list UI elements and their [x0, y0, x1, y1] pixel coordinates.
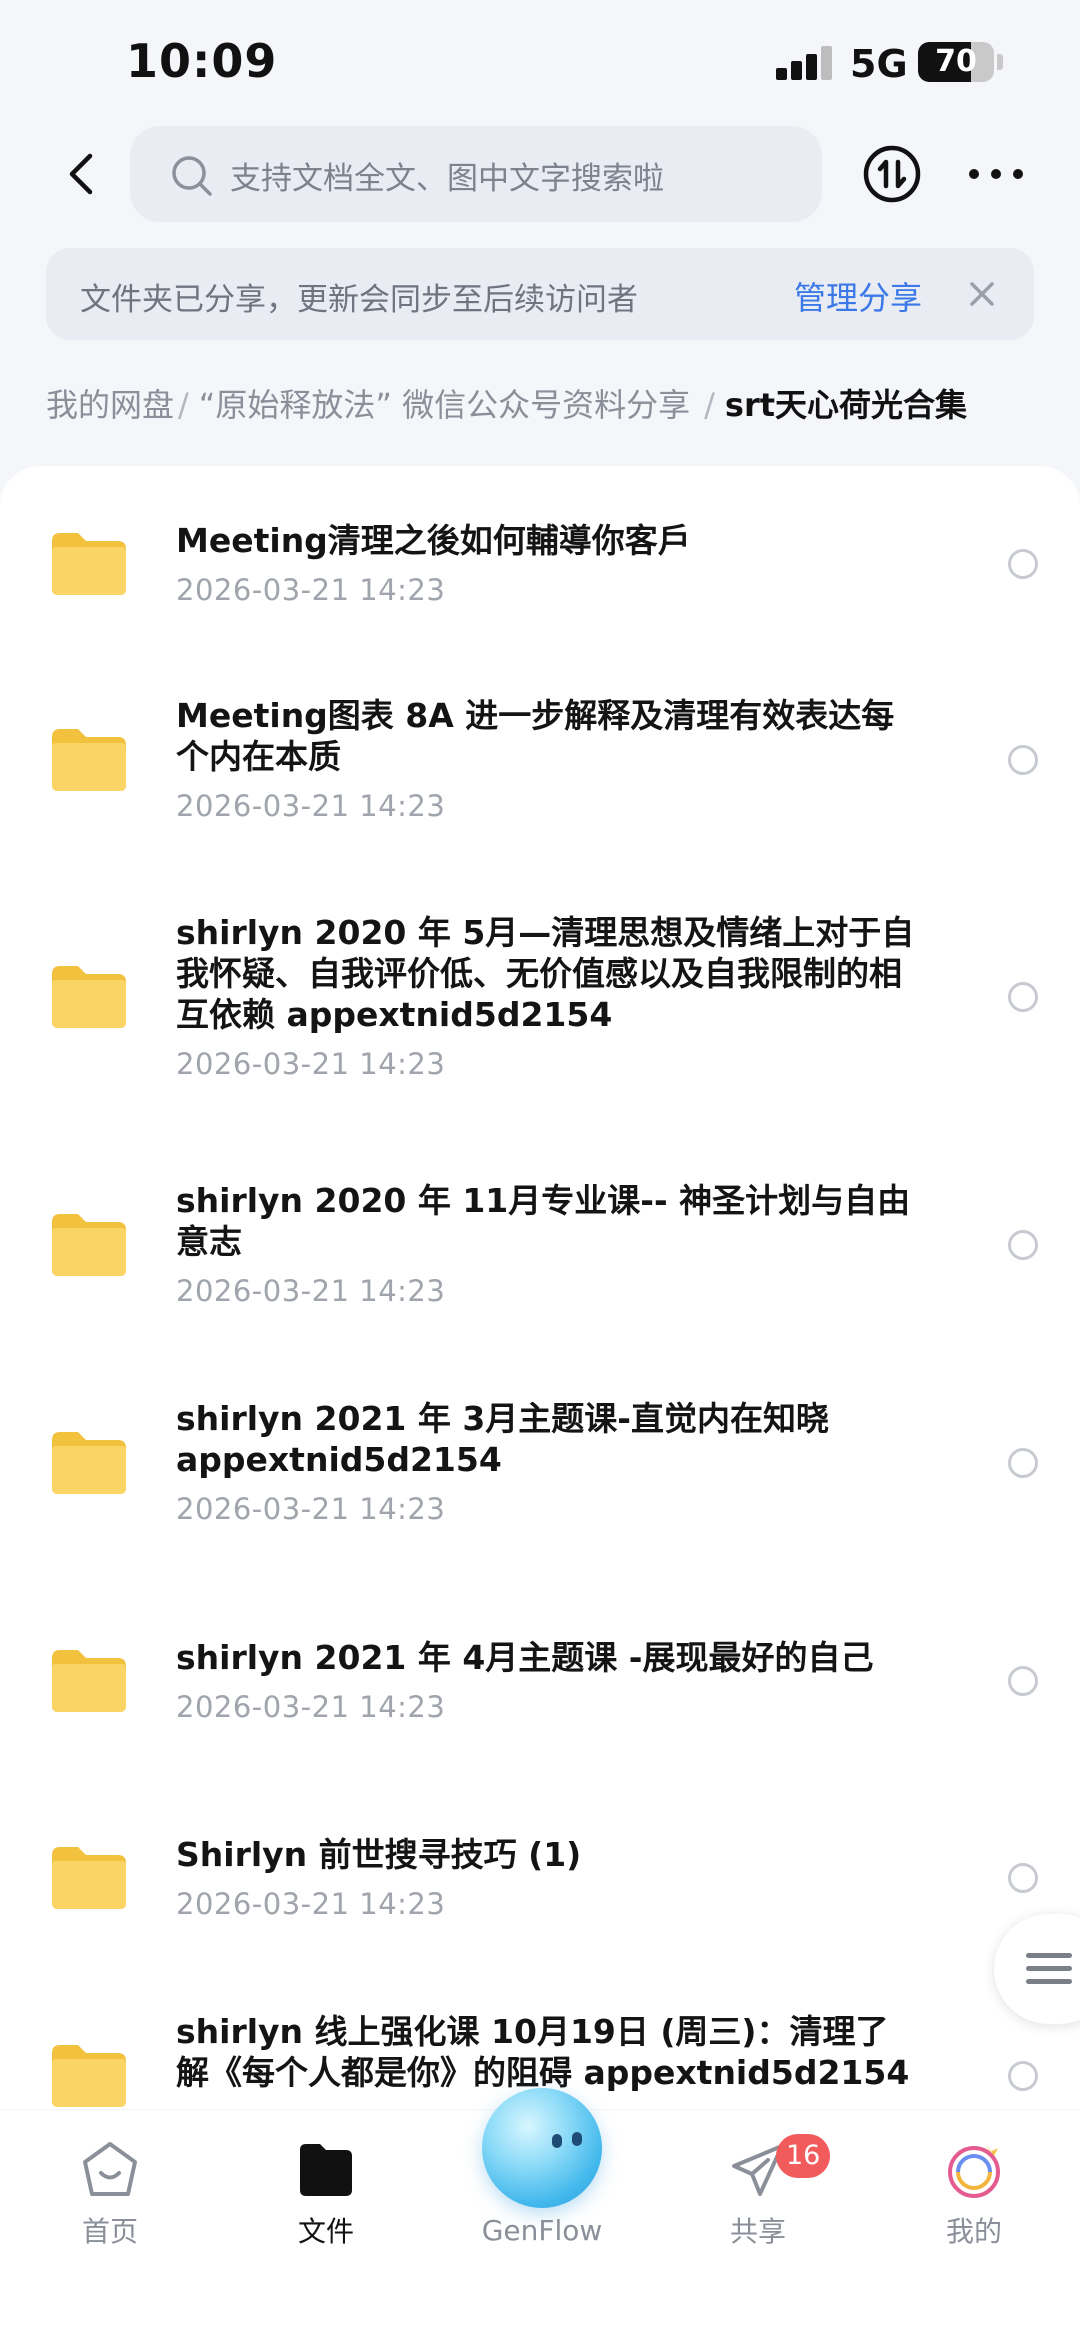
menu-lines-icon	[1026, 1953, 1072, 1958]
tab-files-label: 文件	[297, 2215, 354, 2248]
status-time: 10:09	[126, 34, 278, 88]
back-arrow-icon	[69, 153, 93, 195]
file-name: shirlyn 线上强化课 10月19日 (周三)：清理了解《每个人都是你》的阻…	[176, 2012, 910, 2092]
select-checkbox[interactable]	[1008, 1448, 1038, 1478]
file-date: 2026-03-21 14:23	[176, 1887, 446, 1921]
battery-icon: 70	[918, 42, 994, 82]
sort-button[interactable]	[862, 144, 922, 204]
more-button[interactable]	[964, 144, 1028, 204]
network-type: 5G	[850, 42, 908, 86]
more-icon	[969, 169, 1023, 179]
select-checkbox[interactable]	[1008, 1230, 1038, 1260]
menu-line	[1026, 1979, 1072, 1984]
file-row[interactable]: shirlyn 2020 年 11月专业课-- 神圣计划与自由意志 2026-03…	[0, 1136, 1080, 1354]
file-row[interactable]: shirlyn 2021 年 3月主题课-直觉内在知晓 appextnid5d2…	[0, 1354, 1080, 1572]
manage-share-link[interactable]: 管理分享	[794, 273, 922, 319]
breadcrumb-current: srt天心荷光合集	[724, 386, 968, 424]
select-checkbox[interactable]	[1008, 1863, 1038, 1893]
file-name: shirlyn 2021 年 4月主题课 -展现最好的自己	[176, 1638, 874, 1677]
tab-mine-label: 我的	[945, 2215, 1002, 2248]
breadcrumb-separator: /	[704, 386, 715, 424]
select-checkbox[interactable]	[1008, 982, 1038, 1012]
search-icon	[172, 156, 212, 196]
share-badge: 16	[776, 2134, 831, 2178]
files-icon	[300, 2144, 352, 2196]
search-placeholder: 支持文档全文、图中文字搜索啦	[230, 161, 664, 197]
folder-icon	[52, 1650, 126, 1712]
home-icon	[83, 2142, 137, 2196]
file-row[interactable]: shirlyn 2020 年 5月—清理思想及情绪上对于自我怀疑、自我评价低、无…	[0, 858, 1080, 1136]
select-checkbox[interactable]	[1008, 2061, 1038, 2091]
file-date: 2026-03-21 14:23	[176, 573, 446, 607]
file-name: shirlyn 2020 年 11月专业课-- 神圣计划与自由意志	[176, 1181, 911, 1261]
file-row[interactable]: Meeting图表 8A 进一步解释及清理有效表达每个内在本质 2026-03-2…	[0, 662, 1080, 858]
share-banner: 文件夹已分享，更新会同步至后续访问者 管理分享	[46, 248, 1034, 340]
share-banner-text: 文件夹已分享，更新会同步至后续访问者	[80, 282, 638, 318]
battery-level: 70	[935, 44, 977, 79]
breadcrumb: 我的网盘 / “原始释放法” 微信公众号资料分享 / srt天心荷光合集	[46, 380, 967, 430]
file-date: 2026-03-21 14:23	[176, 1492, 446, 1526]
file-name: shirlyn 2021 年 3月主题课-直觉内在知晓 appextnid5d2…	[176, 1399, 830, 1479]
tab-mine[interactable]: 我的	[904, 2140, 1044, 2260]
genflow-mascot-icon[interactable]	[482, 2088, 602, 2208]
file-name: shirlyn 2020 年 5月—清理思想及情绪上对于自我怀疑、自我评价低、无…	[176, 913, 915, 1034]
tab-home[interactable]: 首页	[40, 2140, 180, 2260]
folder-icon	[52, 1432, 126, 1494]
file-date: 2026-03-21 14:23	[176, 1047, 446, 1081]
tab-home-label: 首页	[81, 2215, 138, 2248]
tab-share-label: 共享	[729, 2215, 786, 2248]
file-date: 2026-03-21 14:23	[176, 789, 446, 823]
file-list: Meeting清理之後如何輔導你客戶 2026-03-21 14:23 Meetin…	[0, 466, 1080, 2136]
menu-line	[1026, 1966, 1072, 1971]
select-checkbox[interactable]	[1008, 1666, 1038, 1696]
back-button[interactable]	[56, 146, 112, 202]
signal-icon	[776, 46, 834, 80]
top-bar: 支持文档全文、图中文字搜索啦	[0, 124, 1080, 224]
breadcrumb-item-parent[interactable]: “原始释放法” 微信公众号资料分享	[199, 380, 690, 426]
file-name: Meeting清理之後如何輔導你客戶	[176, 521, 691, 560]
tab-files[interactable]: 文件	[256, 2140, 396, 2260]
select-checkbox[interactable]	[1008, 549, 1038, 579]
file-row[interactable]: Shirlyn 前世搜寻技巧 (1) 2026-03-21 14:23	[0, 1790, 1080, 1966]
file-row[interactable]: shirlyn 2021 年 4月主题课 -展现最好的自己 2026-03-21 …	[0, 1572, 1080, 1790]
sort-icon	[863, 145, 921, 203]
file-date: 2026-03-21 14:23	[176, 1274, 446, 1308]
folder-icon	[52, 729, 126, 791]
folder-icon	[52, 2045, 126, 2107]
breadcrumb-separator: /	[178, 386, 189, 424]
file-name: Meeting图表 8A 进一步解释及清理有效表达每个内在本质	[176, 696, 895, 776]
avatar-icon	[948, 2144, 1000, 2198]
search-input[interactable]: 支持文档全文、图中文字搜索啦	[130, 126, 822, 222]
status-bar: 10:09 5G 70	[0, 0, 1080, 120]
tab-genflow-label[interactable]: GenFlow	[472, 2214, 612, 2247]
battery-nub	[997, 54, 1003, 70]
file-name: Shirlyn 前世搜寻技巧 (1)	[176, 1835, 582, 1874]
folder-icon	[52, 1847, 126, 1909]
file-row[interactable]: Meeting清理之後如何輔導你客戶 2026-03-21 14:23	[0, 466, 1080, 662]
close-icon[interactable]	[962, 274, 1002, 314]
breadcrumb-item-root[interactable]: 我的网盘	[46, 380, 174, 426]
folder-icon	[52, 1214, 126, 1276]
folder-icon	[52, 966, 126, 1028]
file-date: 2026-03-21 14:23	[176, 1690, 446, 1724]
folder-icon	[52, 533, 126, 595]
select-checkbox[interactable]	[1008, 745, 1038, 775]
